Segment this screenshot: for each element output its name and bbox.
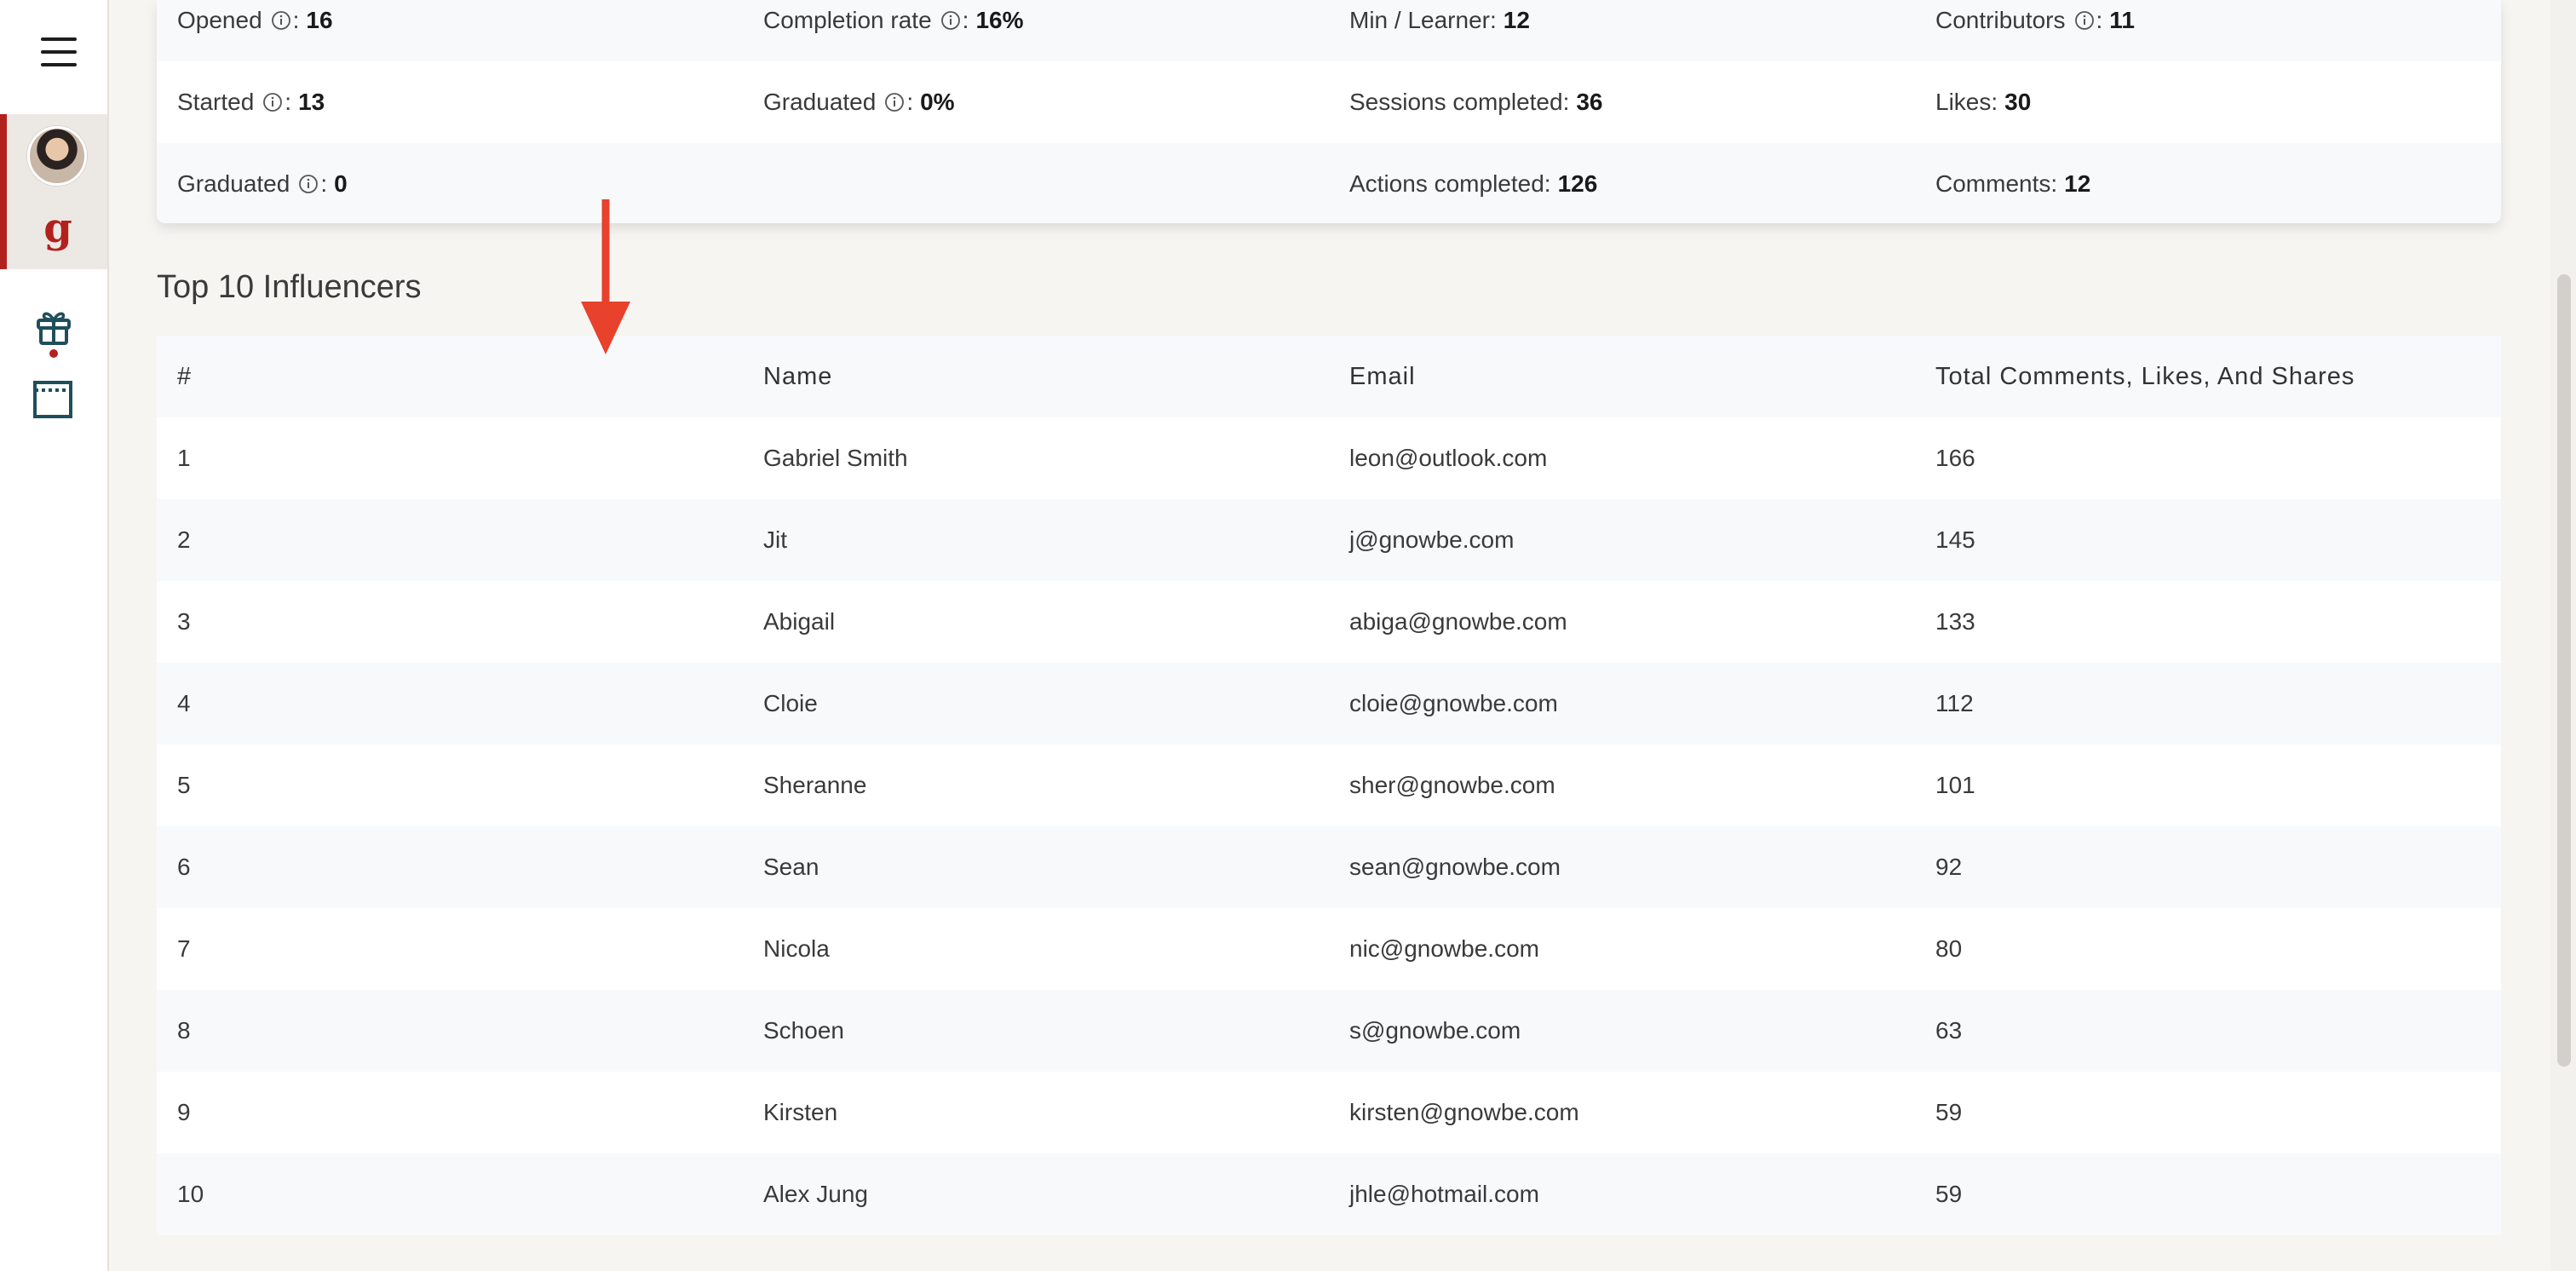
rank-cell: 1: [177, 445, 191, 471]
email-cell: sean@gnowbe.com: [1349, 854, 1561, 880]
annotation-arrow: [581, 199, 630, 354]
table-header: # Name Email Total Comments, Likes, And …: [157, 336, 2501, 417]
name-cell: Nicola: [763, 935, 830, 962]
stat-graduated: Graduated :0: [177, 170, 348, 197]
stat-min-per-learner: Min / Learner: 12: [1349, 7, 1530, 33]
table-row: 10 Alex Jung jhle@hotmail.com 59: [157, 1153, 2501, 1235]
stat-contributors: Contributors :11: [1935, 7, 2135, 33]
table-row: 6 Sean sean@gnowbe.com 92: [157, 826, 2501, 908]
rank-cell: 6: [177, 854, 191, 880]
influencers-table: # Name Email Total Comments, Likes, And …: [157, 336, 2501, 1235]
info-icon[interactable]: [884, 92, 905, 112]
table-row: 9 Kirsten kirsten@gnowbe.com 59: [157, 1072, 2501, 1153]
email-cell: s@gnowbe.com: [1349, 1017, 1521, 1044]
stats-row: Graduated :0 Actions completed: 126 Comme…: [157, 143, 2501, 223]
column-header[interactable]: Total Comments, Likes, And Shares: [1935, 336, 2355, 417]
stat-started: Started :13: [177, 89, 325, 115]
total-cell: 63: [1935, 1017, 1963, 1044]
info-icon[interactable]: [298, 174, 319, 194]
email-cell: kirsten@gnowbe.com: [1349, 1099, 1579, 1125]
stat-graduated-rate: Graduated :0%: [763, 89, 955, 115]
total-cell: 133: [1935, 608, 1975, 635]
rank-cell: 2: [177, 526, 191, 553]
stat-sessions-completed: Sessions completed: 36: [1349, 89, 1603, 115]
email-cell: cloie@gnowbe.com: [1349, 690, 1558, 716]
gift-icon[interactable]: [34, 307, 73, 359]
column-header[interactable]: Email: [1349, 336, 1416, 417]
rank-cell: 5: [177, 772, 191, 798]
rank-cell: 4: [177, 690, 191, 716]
total-cell: 145: [1935, 526, 1975, 553]
notification-dot: [49, 349, 58, 358]
table-row: 1 Gabriel Smith leon@outlook.com 166: [157, 417, 2501, 499]
scrollbar-track[interactable]: [2550, 0, 2576, 1271]
name-cell: Sheranne: [763, 772, 867, 798]
menu-icon[interactable]: [41, 37, 77, 68]
rank-cell: 8: [177, 1017, 191, 1044]
stat-actions-completed: Actions completed: 126: [1349, 170, 1598, 197]
email-cell: jhle@hotmail.com: [1349, 1181, 1539, 1207]
stat-likes: Likes: 30: [1935, 89, 2032, 115]
name-cell: Alex Jung: [763, 1181, 868, 1207]
email-cell: j@gnowbe.com: [1349, 526, 1515, 553]
stats-row: Opened :16 Completion rate :16% Min / Le…: [157, 0, 2501, 61]
table-row: 4 Cloie cloie@gnowbe.com 112: [157, 663, 2501, 745]
total-cell: 80: [1935, 935, 1963, 962]
total-cell: 112: [1935, 690, 1974, 716]
stats-row: Started :13 Graduated :0% Sessions compl…: [157, 61, 2501, 143]
total-cell: 92: [1935, 854, 1963, 880]
total-cell: 166: [1935, 445, 1975, 471]
section-title: Top 10 Influencers: [157, 269, 422, 305]
email-cell: abiga@gnowbe.com: [1349, 608, 1567, 635]
total-cell: 59: [1935, 1181, 1963, 1207]
column-header[interactable]: #: [177, 336, 192, 417]
avatar[interactable]: [27, 126, 87, 186]
name-cell: Jit: [763, 526, 787, 553]
stat-opened: Opened :16: [177, 7, 333, 33]
stat-completion-rate: Completion rate :16%: [763, 7, 1024, 33]
email-cell: leon@outlook.com: [1349, 445, 1548, 471]
total-cell: 59: [1935, 1099, 1963, 1125]
email-cell: sher@gnowbe.com: [1349, 772, 1555, 798]
name-cell: Sean: [763, 854, 819, 880]
info-icon[interactable]: [262, 92, 283, 112]
scrollbar-thumb[interactable]: [2557, 274, 2571, 1067]
brand-logo-icon[interactable]: g: [41, 208, 75, 256]
window-icon[interactable]: [32, 380, 73, 419]
name-cell: Kirsten: [763, 1099, 838, 1125]
table-row: 2 Jit j@gnowbe.com 145: [157, 499, 2501, 581]
table-row: 3 Abigail abiga@gnowbe.com 133: [157, 581, 2501, 663]
total-cell: 101: [1935, 772, 1975, 798]
name-cell: Gabriel Smith: [763, 445, 908, 471]
rank-cell: 3: [177, 608, 191, 635]
table-row: 7 Nicola nic@gnowbe.com 80: [157, 908, 2501, 990]
rank-cell: 9: [177, 1099, 191, 1125]
name-cell: Abigail: [763, 608, 836, 635]
info-icon[interactable]: [2074, 10, 2095, 31]
name-cell: Schoen: [763, 1017, 844, 1044]
rank-cell: 10: [177, 1181, 204, 1207]
name-cell: Cloie: [763, 690, 818, 716]
table-row: 8 Schoen s@gnowbe.com 63: [157, 990, 2501, 1072]
info-icon[interactable]: [940, 10, 961, 31]
rank-cell: 7: [177, 935, 191, 962]
email-cell: nic@gnowbe.com: [1349, 935, 1539, 962]
sidebar: g: [0, 0, 109, 1271]
stat-comments: Comments: 12: [1935, 170, 2091, 197]
info-icon[interactable]: [271, 10, 291, 31]
table-row: 5 Sheranne sher@gnowbe.com 101: [157, 745, 2501, 826]
stats-card: Opened :16 Completion rate :16% Min / Le…: [157, 0, 2501, 223]
workspace-switcher[interactable]: g: [0, 114, 107, 269]
column-header[interactable]: Name: [763, 336, 832, 417]
